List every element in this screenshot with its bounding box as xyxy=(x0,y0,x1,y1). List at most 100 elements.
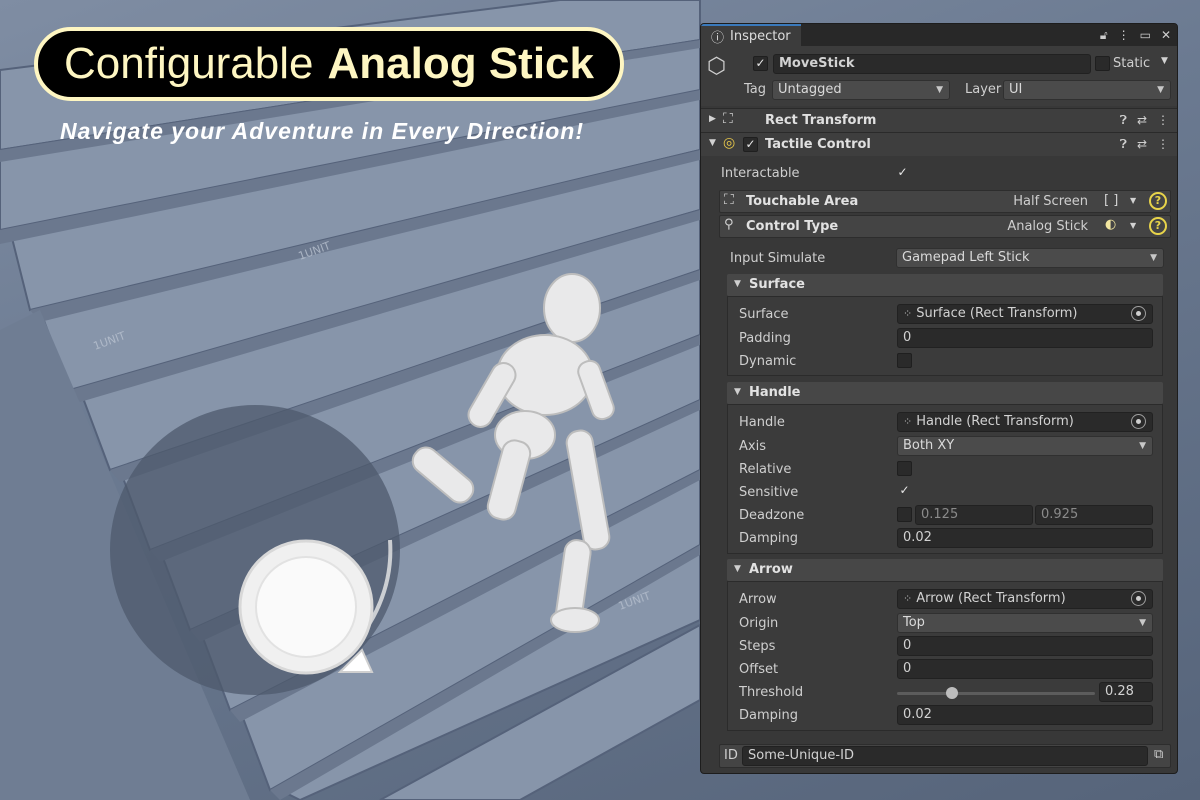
static-dropdown-icon[interactable]: ▼ xyxy=(1161,56,1168,66)
deadzone-max-field[interactable]: 0.925 xyxy=(1035,505,1153,525)
handle-section-header[interactable]: ▼ Handle xyxy=(727,382,1163,404)
analog-stick-icon[interactable]: ◐ xyxy=(1105,217,1116,232)
dynamic-checkbox[interactable] xyxy=(897,353,912,368)
threshold-slider[interactable] xyxy=(897,687,1095,699)
object-picker-icon[interactable] xyxy=(1131,591,1146,606)
origin-label: Origin xyxy=(739,616,779,631)
layer-value: UI xyxy=(1009,82,1023,97)
arrow-label: Arrow xyxy=(739,592,777,607)
steps-field[interactable]: 0 xyxy=(897,636,1153,656)
interactable-checkbox[interactable]: ✓ xyxy=(895,166,910,181)
handle-label: Handle xyxy=(739,415,785,430)
input-simulate-dropdown[interactable]: Gamepad Left Stick ▼ xyxy=(896,248,1164,268)
menu-icon[interactable]: ⋮ xyxy=(1157,137,1169,152)
relative-checkbox[interactable] xyxy=(897,461,912,476)
threshold-field[interactable]: 0.28 xyxy=(1099,682,1153,702)
surface-section-header[interactable]: ▼ Surface xyxy=(727,274,1163,296)
object-picker-icon[interactable] xyxy=(1131,306,1146,321)
inspector-tab[interactable]: ⓘ Inspector xyxy=(701,24,801,46)
tag-label: Tag xyxy=(744,82,767,97)
offset-label: Offset xyxy=(739,662,779,677)
surface-section-title: Surface xyxy=(749,277,805,292)
sensitive-checkbox[interactable]: ✓ xyxy=(897,484,912,499)
input-simulate-value: Gamepad Left Stick xyxy=(902,250,1030,265)
handle-section-title: Handle xyxy=(749,385,801,400)
settings-icon[interactable]: ⇄ xyxy=(1137,113,1147,128)
menu-icon[interactable]: ⋮ xyxy=(1157,113,1169,128)
arrow-section-title: Arrow xyxy=(749,562,793,577)
tactile-control-title: Tactile Control xyxy=(765,137,871,152)
title-bold: Analog Stick xyxy=(327,39,595,88)
deadzone-label: Deadzone xyxy=(739,508,805,523)
dynamic-label: Dynamic xyxy=(739,354,797,369)
arrow-section-header[interactable]: ▼ Arrow xyxy=(727,559,1163,581)
lock-icon[interactable]: 🔓︎ xyxy=(1100,28,1108,43)
active-checkbox[interactable]: ✓ xyxy=(753,56,768,71)
window-controls: 🔓︎ ⋮ ▭ ✕ xyxy=(1100,24,1177,46)
threshold-slider-handle[interactable] xyxy=(946,687,959,699)
inspector-window: ⓘ Inspector 🔓︎ ⋮ ▭ ✕ ⬡ ✓ MoveStick Stati… xyxy=(700,23,1178,774)
axis-dropdown[interactable]: Both XY ▼ xyxy=(897,436,1153,456)
object-picker-icon[interactable] xyxy=(1131,414,1146,429)
static-label: Static xyxy=(1113,56,1151,71)
gameobject-name-field[interactable]: MoveStick xyxy=(773,54,1091,74)
tag-value: Untagged xyxy=(778,82,842,97)
settings-icon[interactable]: ⇄ xyxy=(1137,137,1147,152)
help-icon[interactable]: ? xyxy=(1149,217,1167,235)
close-icon[interactable]: ✕ xyxy=(1161,28,1171,42)
arrow-object-field[interactable]: ⁘ Arrow (Rect Transform) xyxy=(897,589,1153,609)
id-bar: ID Some-Unique-ID ⧉ xyxy=(719,744,1171,768)
maximize-icon[interactable]: ▭ xyxy=(1140,28,1151,42)
tactile-enabled-checkbox[interactable]: ✓ xyxy=(743,137,758,152)
tag-dropdown[interactable]: Untagged ▼ xyxy=(772,80,950,100)
half-screen-icon[interactable]: [ ] xyxy=(1104,193,1118,208)
expand-arrow-icon[interactable]: ▶ xyxy=(709,114,716,124)
rect-transform-header[interactable]: ▶ ⛶ Rect Transform ❓︎ ⇄ ⋮ xyxy=(701,108,1177,132)
surface-object-field[interactable]: ⁘ Surface (Rect Transform) xyxy=(897,304,1153,324)
axis-label: Axis xyxy=(739,439,766,454)
handle-value: Handle (Rect Transform) xyxy=(916,414,1074,429)
padding-label: Padding xyxy=(739,331,791,346)
origin-dropdown[interactable]: Top ▼ xyxy=(897,613,1153,633)
tactile-script-icon: ◎ xyxy=(723,135,736,151)
steps-label: Steps xyxy=(739,639,776,654)
rect-transform-icon: ⁘ xyxy=(903,592,913,605)
help-icon[interactable]: ❓︎ xyxy=(1120,113,1127,128)
padding-field[interactable]: 0 xyxy=(897,328,1153,348)
copy-icon[interactable]: ⧉ xyxy=(1154,747,1163,762)
arrow-section-body: Arrow ⁘ Arrow (Rect Transform) Origin Top… xyxy=(727,581,1163,731)
arrow-damping-label: Damping xyxy=(739,708,798,723)
gameobject-header: ⬡ ✓ MoveStick Static ▼ Tag Untagged ▼ Lay… xyxy=(701,46,1177,106)
help-icon[interactable]: ❓︎ xyxy=(1120,137,1127,152)
collapse-arrow-icon[interactable]: ▼ xyxy=(709,138,716,148)
static-checkbox[interactable] xyxy=(1095,56,1110,71)
surface-label: Surface xyxy=(739,307,789,322)
surface-section-body: Surface ⁘ Surface (Rect Transform) Paddin… xyxy=(727,296,1163,376)
damping-field[interactable]: 0.02 xyxy=(897,528,1153,548)
layer-dropdown[interactable]: UI ▼ xyxy=(1003,80,1171,100)
help-icon[interactable]: ? xyxy=(1149,192,1167,210)
relative-label: Relative xyxy=(739,462,792,477)
collapse-arrow-icon: ▼ xyxy=(734,564,741,574)
id-field[interactable]: Some-Unique-ID xyxy=(742,746,1148,766)
control-type-icon: ⚲ xyxy=(724,217,734,232)
interactable-label: Interactable xyxy=(721,166,800,181)
rect-transform-title: Rect Transform xyxy=(765,113,877,128)
deadzone-checkbox[interactable] xyxy=(897,507,912,522)
deadzone-min-field[interactable]: 0.125 xyxy=(915,505,1033,525)
arrow-damping-field[interactable]: 0.02 xyxy=(897,705,1153,725)
subtitle: Navigate your Adventure in Every Directi… xyxy=(60,118,585,144)
handle-object-field[interactable]: ⁘ Handle (Rect Transform) xyxy=(897,412,1153,432)
arrow-value: Arrow (Rect Transform) xyxy=(916,591,1066,606)
origin-value: Top xyxy=(903,615,925,630)
threshold-label: Threshold xyxy=(739,685,804,700)
chevron-down-icon[interactable]: ▼ xyxy=(1130,196,1136,205)
tactile-control-header[interactable]: ▼ ◎ ✓ Tactile Control ❓︎ ⇄ ⋮ xyxy=(701,132,1177,156)
menu-icon[interactable]: ⋮ xyxy=(1118,28,1130,42)
chevron-down-icon[interactable]: ▼ xyxy=(1130,221,1136,230)
offset-field[interactable]: 0 xyxy=(897,659,1153,679)
id-label: ID xyxy=(724,748,738,763)
chevron-down-icon: ▼ xyxy=(936,85,943,95)
input-simulate-label: Input Simulate xyxy=(730,251,826,266)
component-actions: ❓︎ ⇄ ⋮ xyxy=(1120,137,1169,152)
